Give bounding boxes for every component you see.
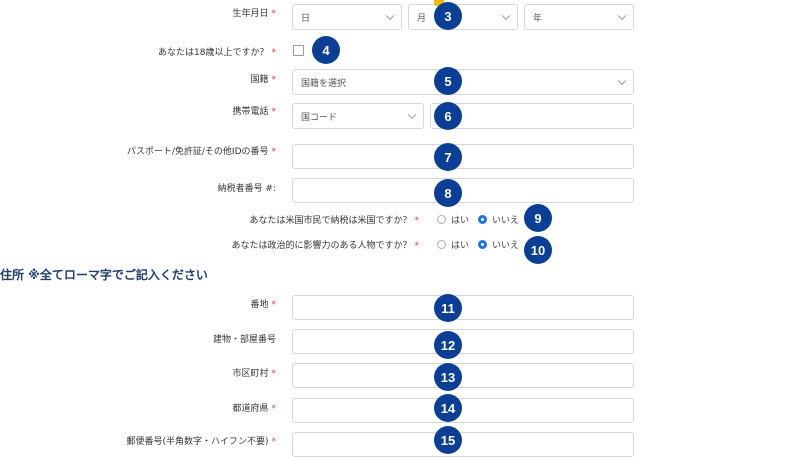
required-mark: * — [271, 107, 277, 117]
required-mark: * — [271, 48, 277, 58]
step-badge: 3 — [434, 2, 462, 30]
radio-yes-label: はい — [451, 216, 470, 226]
required-mark: * — [414, 241, 420, 251]
passport-label: パスポート/免許証/その他IDの番号 * — [127, 144, 276, 157]
required-mark: * — [271, 369, 277, 379]
passport-input[interactable] — [292, 144, 634, 169]
dob-year-value: 年 — [533, 13, 543, 24]
city-label-text: 市区町村 — [232, 369, 269, 379]
over18-checkbox[interactable] — [293, 45, 304, 56]
tax-label: 納税者番号 #: — [218, 181, 276, 194]
prefecture-label: 都道府県 * — [232, 401, 276, 414]
radio-no-label: いいえ — [492, 216, 520, 226]
prefecture-label-text: 都道府県 — [232, 404, 269, 414]
postal-code-input[interactable] — [292, 432, 634, 457]
nationality-label-text: 国籍 — [250, 75, 269, 85]
passport-label-text: パスポート/免許証/その他IDの番号 — [126, 147, 269, 157]
us-citizen-no-option[interactable]: いいえ — [478, 213, 519, 226]
tax-number-input[interactable] — [292, 178, 634, 203]
pep-label: あなたは政治的に影響力のある人物ですか？ * — [231, 238, 419, 251]
pep-label-text: あなたは政治的に影響力のある人物ですか？ — [231, 241, 412, 251]
required-mark: * — [414, 216, 420, 226]
step-badge: 14 — [434, 394, 462, 422]
radio-no-selected[interactable] — [478, 215, 487, 224]
radio-yes[interactable] — [437, 215, 446, 224]
radio-no-label: いいえ — [492, 241, 520, 251]
tax-label-text: 納税者番号 #: — [217, 184, 276, 194]
pep-yes-option[interactable]: はい — [437, 238, 469, 251]
radio-yes-label: はい — [451, 241, 470, 251]
phone-country-code-select[interactable]: 国コード — [292, 103, 424, 129]
nationality-label: 国籍 * — [250, 72, 276, 85]
required-mark: * — [271, 147, 277, 157]
required-mark: * — [271, 300, 277, 310]
nationality-value: 国籍を選択 — [301, 78, 347, 89]
chevron-down-icon — [501, 11, 511, 21]
step-badge: 9 — [524, 204, 552, 232]
radio-no-selected[interactable] — [478, 240, 487, 249]
us-citizen-label: あなたは米国市民で納税は米国ですか？ * — [249, 213, 419, 226]
step-badge: 7 — [434, 143, 462, 171]
over18-label: あなたは18歳以上ですか？ * — [158, 45, 276, 58]
city-label: 市区町村 * — [232, 366, 276, 379]
building-label-text: 建物・部屋番号 — [212, 335, 276, 345]
step-badge: 11 — [434, 294, 462, 322]
step-badge: 8 — [434, 179, 462, 207]
required-mark: * — [271, 437, 277, 447]
nationality-select[interactable]: 国籍を選択 — [292, 69, 634, 95]
city-input[interactable] — [292, 363, 634, 388]
building-input[interactable] — [292, 329, 634, 354]
postal-label-text: 郵便番号(半角数字・ハイフン不要) — [126, 437, 269, 447]
phone-code-value: 国コード — [301, 112, 338, 123]
street-label-text: 番地 — [250, 300, 269, 310]
us-citizen-yes-option[interactable]: はい — [437, 213, 469, 226]
dob-label-text: 生年月日 — [232, 9, 269, 19]
required-mark: * — [271, 9, 277, 19]
street-input[interactable] — [292, 295, 634, 320]
step-badge: 13 — [434, 363, 462, 391]
dob-day-value: 日 — [301, 13, 311, 24]
step-badge: 6 — [434, 102, 462, 130]
dob-label: 生年月日 * — [232, 6, 276, 19]
phone-label-text: 携帯電話 — [232, 107, 269, 117]
phone-label: 携帯電話 * — [232, 104, 276, 117]
street-label: 番地 * — [250, 297, 276, 310]
radio-yes[interactable] — [437, 240, 446, 249]
dob-month-select[interactable]: 月 — [408, 4, 518, 30]
over18-label-text: あなたは18歳以上ですか？ — [158, 48, 269, 58]
step-badge: 12 — [434, 331, 462, 359]
required-mark: * — [271, 404, 277, 414]
required-mark: * — [271, 75, 277, 85]
building-label: 建物・部屋番号 — [213, 332, 276, 345]
step-badge: 10 — [524, 236, 552, 264]
prefecture-input[interactable] — [292, 398, 634, 423]
step-badge: 5 — [434, 67, 462, 95]
postal-label: 郵便番号(半角数字・ハイフン不要) * — [126, 434, 276, 447]
chevron-down-icon — [617, 11, 627, 21]
chevron-down-icon — [407, 110, 417, 120]
chevron-down-icon — [385, 11, 395, 21]
pep-no-option[interactable]: いいえ — [478, 238, 519, 251]
us-citizen-label-text: あなたは米国市民で納税は米国ですか？ — [249, 216, 412, 226]
chevron-down-icon — [617, 76, 627, 86]
dob-year-select[interactable]: 年 — [524, 4, 634, 30]
dob-month-value: 月 — [417, 13, 427, 24]
address-section-title: 住所 ※全てローマ字でご記入ください — [0, 268, 208, 282]
step-badge: 4 — [312, 36, 340, 64]
dob-day-select[interactable]: 日 — [292, 4, 402, 30]
